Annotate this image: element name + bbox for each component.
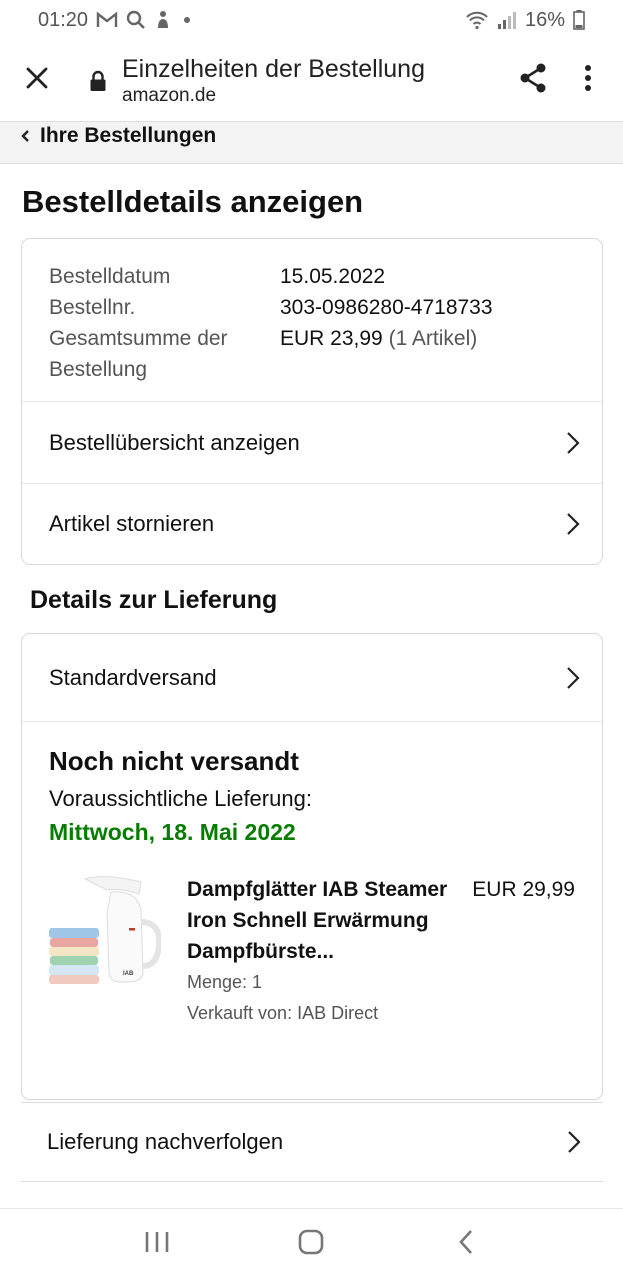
page-info[interactable]: Einzelheiten der Bestellung amazon.de bbox=[116, 54, 503, 108]
battery-level: 16% bbox=[524, 8, 565, 31]
tab-title: Einzelheiten der Bestellung bbox=[122, 54, 425, 83]
chevron-left-icon bbox=[20, 129, 30, 143]
summary-row-total: Gesamtsumme der Bestellung EUR 23,99 (1 … bbox=[49, 323, 575, 385]
summary-value: 15.05.2022 bbox=[280, 265, 386, 288]
home-button[interactable] bbox=[281, 1215, 341, 1275]
url-text: amazon.de bbox=[122, 84, 217, 106]
expected-delivery-date: Mittwoch, 18. Mai 2022 bbox=[49, 819, 296, 845]
share-icon bbox=[518, 62, 548, 99]
product-title-link[interactable]: Dampfglätter IAB Steamer Iron Schnell Er… bbox=[187, 874, 467, 967]
item-info: Dampfglätter IAB Steamer Iron Schnell Er… bbox=[187, 874, 467, 1029]
product-brand-logo: IAB bbox=[123, 971, 134, 977]
breadcrumb[interactable]: Ihre Bestellungen bbox=[0, 122, 623, 164]
order-summary: Bestelldatum 15.05.2022 Bestellnr. 303-0… bbox=[22, 239, 602, 402]
chevron-right-icon bbox=[566, 512, 580, 536]
item-price: EUR 29,99 bbox=[472, 878, 575, 901]
order-summary-card: Bestelldatum 15.05.2022 Bestellnr. 303-0… bbox=[21, 238, 603, 565]
item-quantity: Menge: 1 bbox=[187, 972, 263, 992]
order-item: IAB Dampfglätter IAB Steamer Iron Schnel… bbox=[49, 874, 575, 1029]
recent-apps-icon bbox=[144, 1231, 170, 1258]
lock-icon bbox=[80, 70, 116, 92]
link-label: Artikel stornieren bbox=[49, 511, 215, 536]
more-menu-button[interactable] bbox=[563, 40, 613, 122]
summary-row-order-number: Bestellnr. 303-0986280-4718733 bbox=[49, 292, 575, 323]
search-icon bbox=[126, 10, 146, 30]
delivery-section-title: Details zur Lieferung bbox=[30, 586, 278, 614]
more-vert-icon bbox=[584, 64, 592, 97]
summary-value: 303-0986280-4718733 bbox=[280, 296, 493, 319]
item-seller: Verkauft von: IAB Direct bbox=[187, 1003, 379, 1023]
back-icon bbox=[458, 1229, 474, 1260]
back-button[interactable] bbox=[436, 1215, 496, 1275]
cancel-items-link[interactable]: Artikel stornieren bbox=[22, 483, 602, 564]
system-navigation-bar bbox=[0, 1208, 623, 1280]
delivery-card: Standardversand Noch nicht versandt Vora… bbox=[21, 633, 603, 1100]
shipment-status: Noch nicht versandt bbox=[49, 746, 299, 776]
product-image[interactable]: IAB bbox=[49, 874, 163, 986]
browser-toolbar: Einzelheiten der Bestellung amazon.de bbox=[0, 40, 623, 122]
recent-apps-button[interactable] bbox=[127, 1215, 187, 1275]
summary-value: EUR 23,99 (1 Artikel) bbox=[280, 323, 477, 385]
delivery-details: Noch nicht versandt Voraussichtliche Lie… bbox=[22, 722, 602, 1029]
summary-row-date: Bestelldatum 15.05.2022 bbox=[49, 261, 575, 292]
shipping-method-row[interactable]: Standardversand bbox=[22, 634, 602, 722]
breadcrumb-link[interactable]: Ihre Bestellungen bbox=[40, 124, 216, 148]
summary-key: Bestellnr. bbox=[49, 296, 136, 319]
item-count: (1 Artikel) bbox=[388, 327, 478, 350]
status-time: 01:20 bbox=[38, 8, 89, 31]
close-icon bbox=[25, 66, 49, 95]
chevron-right-icon bbox=[566, 431, 580, 455]
total-amount: EUR 23,99 bbox=[280, 327, 383, 350]
gmail-icon bbox=[96, 11, 118, 29]
shipping-method-label: Standardversand bbox=[49, 664, 217, 690]
wifi-icon bbox=[465, 10, 489, 30]
share-button[interactable] bbox=[503, 40, 563, 122]
close-button[interactable] bbox=[0, 40, 74, 122]
chevron-right-icon bbox=[566, 666, 580, 690]
dot-icon bbox=[180, 13, 194, 27]
notification-icon bbox=[154, 10, 172, 30]
track-shipment-link[interactable]: Lieferung nachverfolgen bbox=[21, 1102, 603, 1182]
status-bar: 01:20 16% bbox=[0, 0, 623, 40]
expected-delivery-label: Voraussichtliche Lieferung: bbox=[49, 786, 312, 811]
battery-icon bbox=[573, 10, 585, 30]
summary-key: Bestelldatum bbox=[49, 265, 171, 288]
page-title: Bestelldetails anzeigen bbox=[22, 184, 364, 219]
summary-key: Gesamtsumme der Bestellung bbox=[49, 327, 228, 381]
view-order-summary-link[interactable]: Bestellübersicht anzeigen bbox=[22, 402, 602, 483]
track-shipment-label: Lieferung nachverfolgen bbox=[47, 1129, 284, 1154]
home-icon bbox=[298, 1229, 324, 1260]
signal-icon bbox=[497, 10, 517, 30]
chevron-right-icon bbox=[567, 1130, 581, 1154]
link-label: Bestellübersicht anzeigen bbox=[49, 429, 300, 455]
